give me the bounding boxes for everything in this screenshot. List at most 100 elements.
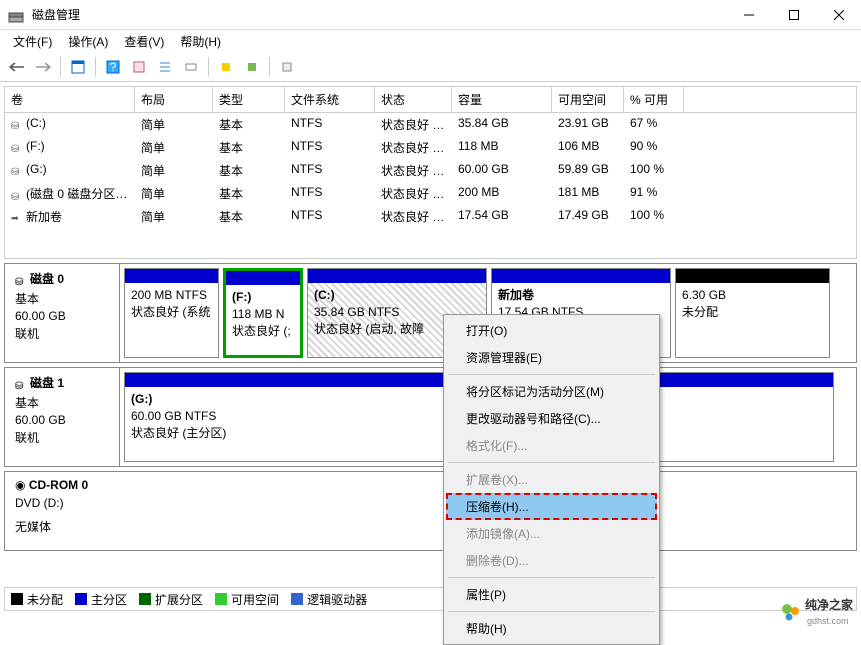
legend-logical-icon (291, 593, 303, 605)
cell-free: 106 MB (552, 137, 624, 158)
partition-body: 200 MB NTFS状态良好 (系统 (125, 283, 218, 357)
table-row[interactable]: 新加卷简单基本NTFS状态良好 (...17.54 GB17.49 GB100 … (5, 205, 856, 228)
cell-cap: 17.54 GB (452, 206, 552, 227)
legend-primary: 主分区 (91, 591, 127, 608)
title-bar: 磁盘管理 (0, 0, 861, 30)
table-header-row: 卷 布局 类型 文件系统 状态 容量 可用空间 % 可用 (5, 87, 856, 113)
disc-icon: ◉ (15, 478, 25, 492)
cdrom-name: CD-ROM 0 (29, 478, 88, 492)
cell-pct: 100 % (624, 206, 684, 227)
partition[interactable]: 6.30 GB未分配 (675, 268, 830, 358)
cell-pct: 100 % (624, 160, 684, 181)
th-filesystem[interactable]: 文件系统 (285, 87, 375, 112)
menu-help[interactable]: 帮助(H) (172, 30, 229, 53)
legend-free-icon (215, 593, 227, 605)
th-layout[interactable]: 布局 (135, 87, 213, 112)
toolbar: ? (0, 52, 861, 82)
disk-icon (11, 164, 23, 176)
cell-fs: NTFS (285, 160, 375, 181)
disk-row: 磁盘 1基本60.00 GB联机(G:)60.00 GB NTFS状态良好 (主… (4, 367, 857, 467)
disk-icon (11, 141, 23, 153)
disk-label[interactable]: 磁盘 0基本60.00 GB联机 (5, 264, 120, 362)
ctx-change-letter[interactable]: 更改驱动器号和路径(C)... (446, 405, 657, 432)
th-type[interactable]: 类型 (213, 87, 285, 112)
properties-button[interactable] (127, 55, 151, 79)
disk-icon (15, 274, 27, 286)
cell-status: 状态良好 (... (375, 206, 452, 227)
cell-fs: NTFS (285, 183, 375, 204)
cell-status: 状态良好 (... (375, 160, 452, 181)
legend-logical: 逻辑驱动器 (307, 591, 367, 608)
legend-extended-icon (139, 593, 151, 605)
context-menu: 打开(O) 资源管理器(E) 将分区标记为活动分区(M) 更改驱动器号和路径(C… (443, 314, 660, 645)
ctx-delete: 删除卷(D)... (446, 547, 657, 574)
partition-body: (F:)118 MB N状态良好 (; (226, 285, 300, 355)
partition[interactable]: (F:)118 MB N状态良好 (; (223, 268, 303, 358)
cell-free: 23.91 GB (552, 114, 624, 135)
ctx-mirror: 添加镜像(A)... (446, 520, 657, 547)
forward-button[interactable] (31, 55, 55, 79)
cell-cap: 118 MB (452, 137, 552, 158)
th-volume[interactable]: 卷 (5, 87, 135, 112)
partition-header (676, 269, 829, 283)
legend-unalloc: 未分配 (27, 591, 63, 608)
ctx-mark-active[interactable]: 将分区标记为活动分区(M) (446, 378, 657, 405)
cell-layout: 简单 (135, 160, 213, 181)
disk-icon (11, 118, 23, 130)
menu-file[interactable]: 文件(F) (5, 30, 60, 53)
cdrom-row[interactable]: ◉ CD-ROM 0 DVD (D:) 无媒体 (4, 471, 857, 551)
cell-vol: 新加卷 (5, 206, 135, 227)
table-body: (C:)简单基本NTFS状态良好 (...35.84 GB23.91 GB67 … (5, 113, 856, 228)
view-button[interactable] (66, 55, 90, 79)
partition-header (226, 271, 300, 285)
menu-action[interactable]: 操作(A) (60, 30, 116, 53)
cell-vol: (磁盘 0 磁盘分区 1) (5, 183, 135, 204)
legend-extended: 扩展分区 (155, 591, 203, 608)
disk-icon (11, 189, 23, 201)
ctx-help[interactable]: 帮助(H) (446, 615, 657, 642)
maximize-button[interactable] (771, 0, 816, 30)
cell-vol: (F:) (5, 137, 135, 158)
th-pct[interactable]: % 可用 (624, 87, 684, 112)
cell-vol: (G:) (5, 160, 135, 181)
table-row[interactable]: (G:)简单基本NTFS状态良好 (...60.00 GB59.89 GB100… (5, 159, 856, 182)
disk-row: 磁盘 0基本60.00 GB联机200 MB NTFS状态良好 (系统(F:)1… (4, 263, 857, 363)
close-button[interactable] (816, 0, 861, 30)
cell-cap: 35.84 GB (452, 114, 552, 135)
disk-label[interactable]: 磁盘 1基本60.00 GB联机 (5, 368, 120, 466)
ctx-open[interactable]: 打开(O) (446, 317, 657, 344)
ctx-format: 格式化(F)... (446, 432, 657, 459)
cell-fs: NTFS (285, 137, 375, 158)
list-button[interactable] (153, 55, 177, 79)
table-row[interactable]: (C:)简单基本NTFS状态良好 (...35.84 GB23.91 GB67 … (5, 113, 856, 136)
settings-button[interactable] (179, 55, 203, 79)
table-row[interactable]: (磁盘 0 磁盘分区 1)简单基本NTFS状态良好 (...200 MB181 … (5, 182, 856, 205)
cell-free: 17.49 GB (552, 206, 624, 227)
minimize-button[interactable] (726, 0, 771, 30)
th-status[interactable]: 状态 (375, 87, 452, 112)
cell-fs: NTFS (285, 206, 375, 227)
graphical-view: 磁盘 0基本60.00 GB联机200 MB NTFS状态良好 (系统(F:)1… (0, 263, 861, 551)
app-icon (8, 7, 24, 23)
action3-button[interactable] (275, 55, 299, 79)
cell-status: 状态良好 (... (375, 137, 452, 158)
help-button[interactable]: ? (101, 55, 125, 79)
th-capacity[interactable]: 容量 (452, 87, 552, 112)
partition-header (492, 269, 670, 283)
partition[interactable]: 200 MB NTFS状态良好 (系统 (124, 268, 219, 358)
partition-body: 6.30 GB未分配 (676, 283, 829, 357)
back-button[interactable] (5, 55, 29, 79)
ctx-explorer[interactable]: 资源管理器(E) (446, 344, 657, 371)
cell-pct: 67 % (624, 114, 684, 135)
table-row[interactable]: (F:)简单基本NTFS状态良好 (...118 MB106 MB90 % (5, 136, 856, 159)
action2-button[interactable] (240, 55, 264, 79)
legend-primary-icon (75, 593, 87, 605)
th-free[interactable]: 可用空间 (552, 87, 624, 112)
cell-fs: NTFS (285, 114, 375, 135)
disk-icon (15, 378, 27, 390)
menu-view[interactable]: 查看(V) (116, 30, 172, 53)
ctx-shrink[interactable]: 压缩卷(H)... (446, 493, 657, 520)
action1-button[interactable] (214, 55, 238, 79)
ctx-properties[interactable]: 属性(P) (446, 581, 657, 608)
cell-status: 状态良好 (... (375, 183, 452, 204)
